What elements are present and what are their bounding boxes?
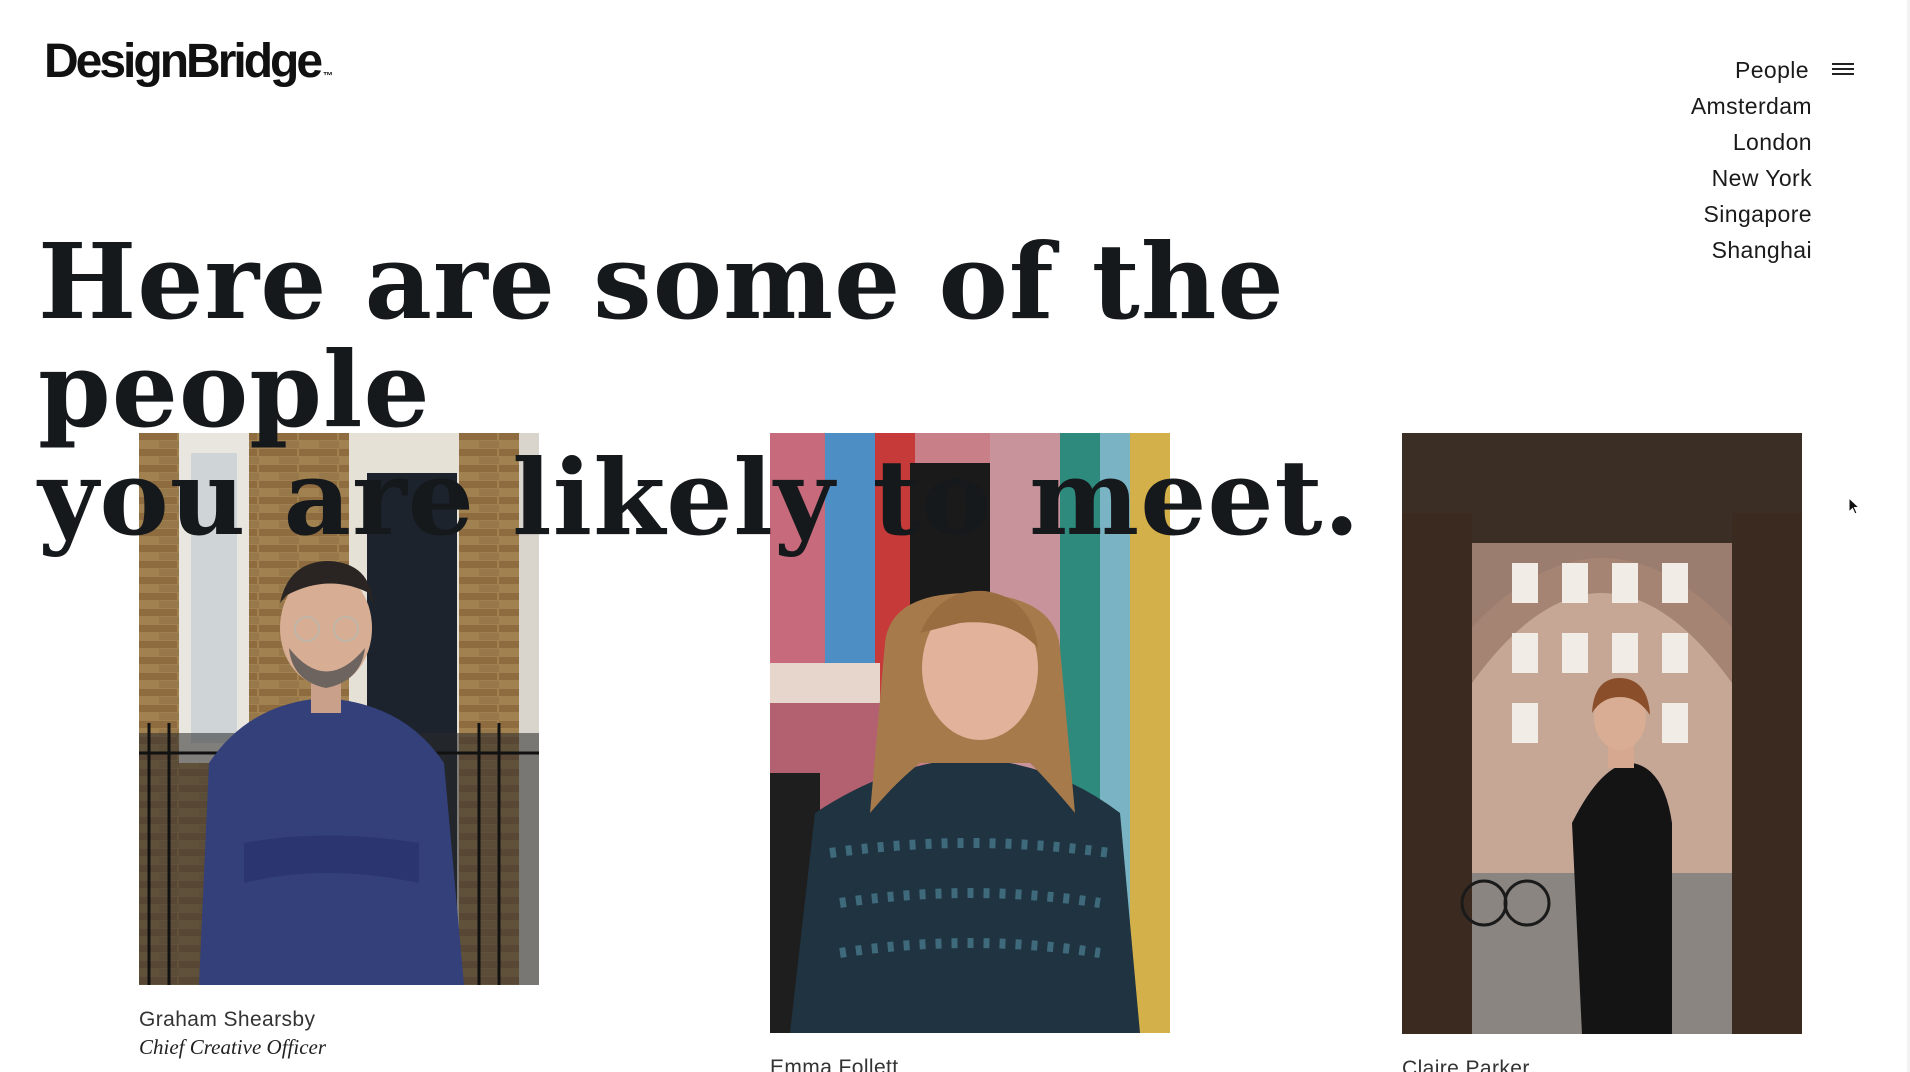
nav-item-singapore[interactable]: Singapore (1691, 196, 1812, 232)
nav-item-new-york[interactable]: New York (1691, 160, 1812, 196)
portrait-man-image (139, 433, 539, 985)
person-photo-claire-parker[interactable] (1402, 433, 1802, 1034)
nav-item-shanghai[interactable]: Shanghai (1691, 232, 1812, 268)
location-nav: People Amsterdam London New York Singapo… (1691, 52, 1812, 268)
nav-item-amsterdam[interactable]: Amsterdam (1691, 88, 1812, 124)
person-card-emma-follett[interactable]: Emma Follett (770, 433, 1170, 1072)
hamburger-menu-icon[interactable] (1832, 63, 1854, 77)
trademark-symbol: ™ (323, 71, 334, 82)
portrait-woman-arch-image (1402, 433, 1802, 1034)
person-photo-graham-shearsby[interactable] (139, 433, 539, 985)
person-card-graham-shearsby[interactable]: Graham Shearsby Chief Creative Officer (139, 433, 539, 1061)
portrait-woman-image (770, 433, 1170, 1033)
nav-item-people[interactable]: People (1691, 52, 1809, 88)
person-photo-emma-follett[interactable] (770, 433, 1170, 1033)
mouse-cursor-icon (1848, 497, 1861, 515)
person-name[interactable]: Graham Shearsby (139, 1007, 539, 1033)
person-name[interactable]: Claire Parker (1402, 1056, 1802, 1072)
person-name[interactable]: Emma Follett (770, 1055, 1170, 1072)
person-role: Chief Creative Officer (139, 1035, 327, 1059)
person-card-claire-parker[interactable]: Claire Parker (1402, 433, 1802, 1072)
headline-line-1: Here are some of the people (38, 220, 1285, 451)
nav-item-london[interactable]: London (1691, 124, 1812, 160)
logo-text: DesignBridge (44, 35, 323, 88)
designbridge-logo[interactable]: DesignBridge ™ (44, 38, 333, 86)
